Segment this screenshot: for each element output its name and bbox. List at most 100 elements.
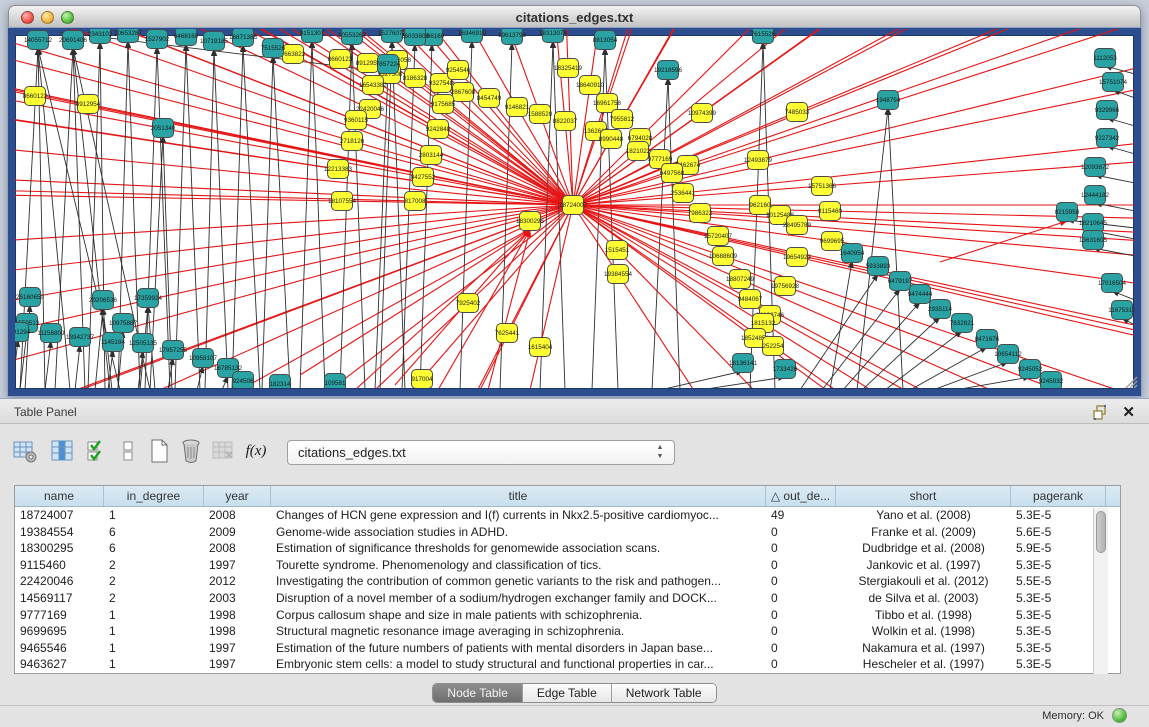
table-cell: 0 <box>766 573 836 590</box>
new-column-icon[interactable] <box>146 438 172 464</box>
table-cell: Tibbo et al. (1998) <box>836 607 1011 624</box>
tab-edge-table[interactable]: Edge Table <box>523 684 612 702</box>
table-cell: 5.6E-5 <box>1011 524 1106 541</box>
table-cell: 5.3E-5 <box>1011 623 1106 640</box>
table-cell: 5.9E-5 <box>1011 540 1106 557</box>
column-header-6[interactable]: pagerank <box>1011 486 1106 506</box>
table-cell: 1 <box>104 656 204 673</box>
table-row[interactable]: 2242004622012Investigating the contribut… <box>15 573 1120 590</box>
table-cell: 0 <box>766 623 836 640</box>
table-mode-icon[interactable] <box>12 438 38 464</box>
table-cell: 9463627 <box>15 656 104 673</box>
table-cell: 2 <box>104 557 204 574</box>
column-selection-icon[interactable] <box>84 438 110 464</box>
float-panel-icon[interactable] <box>1093 404 1109 420</box>
table-cell: 6 <box>104 540 204 557</box>
function-builder-icon[interactable]: f(x) <box>243 438 269 464</box>
close-panel-icon[interactable]: ✕ <box>1122 403 1135 421</box>
table-row[interactable]: 977716911998Corpus callosum shape and si… <box>15 607 1120 624</box>
window-titlebar[interactable]: citations_edges.txt <box>8 5 1141 28</box>
table-cell: Tourette syndrome. Phenomenology and cla… <box>271 557 766 574</box>
table-toolbar: f(x) citations_edges.txt ▲▼ <box>0 432 1149 472</box>
table-cell: 0 <box>766 557 836 574</box>
table-cell: 22420046 <box>15 573 104 590</box>
column-header-3[interactable]: title <box>271 486 766 506</box>
table-cell: 5.3E-5 <box>1011 507 1106 524</box>
table-cell: 2012 <box>204 573 271 590</box>
table-row[interactable]: 1830029562008Estimation of significance … <box>15 540 1120 557</box>
table-cell: 1 <box>104 623 204 640</box>
table-cell: 9699695 <box>15 623 104 640</box>
table-cell: 5.5E-5 <box>1011 573 1106 590</box>
dropdown-stepper-icon: ▲▼ <box>654 443 666 463</box>
table-cell: 1997 <box>204 557 271 574</box>
delete-table-icon[interactable] <box>210 438 236 464</box>
network-select-value: citations_edges.txt <box>298 445 406 460</box>
table-cell: Changes of HCN gene expression and I(f) … <box>271 507 766 524</box>
network-window: citations_edges.txt <box>8 5 1141 396</box>
row-selection-icon[interactable] <box>115 438 141 464</box>
table-cell: 5.3E-5 <box>1011 607 1106 624</box>
table-row[interactable]: 946554611997Estimation of the future num… <box>15 640 1120 657</box>
table-cell: 19384554 <box>15 524 104 541</box>
table-cell: 2008 <box>204 540 271 557</box>
network-view-frame <box>8 28 1141 396</box>
table-header-row[interactable]: namein_degreeyeartitle△ out_de...shortpa… <box>15 486 1120 507</box>
table-cell: 18300295 <box>15 540 104 557</box>
resize-grip-icon[interactable] <box>1123 375 1139 389</box>
table-cell: Wolkin et al. (1998) <box>836 623 1011 640</box>
table-cell: Corpus callosum shape and size in male p… <box>271 607 766 624</box>
table-cell: 2003 <box>204 590 271 607</box>
table-cell: Yano et al. (2008) <box>836 507 1011 524</box>
table-cell: 49 <box>766 507 836 524</box>
table-scrollbar[interactable] <box>1093 508 1108 674</box>
table-cell: Estimation of the future numbers of pati… <box>271 640 766 657</box>
table-tabs: Node TableEdge TableNetwork Table <box>0 683 1149 705</box>
table-cell: 9115460 <box>15 557 104 574</box>
tab-node-table[interactable]: Node Table <box>433 684 523 702</box>
table-cell: Franke et al. (2009) <box>836 524 1011 541</box>
table-row[interactable]: 1938455462009Genome-wide association stu… <box>15 524 1120 541</box>
table-cell: 9465546 <box>15 640 104 657</box>
table-cell: Investigating the contribution of common… <box>271 573 766 590</box>
table-cell: Disruption of a novel member of a sodium… <box>271 590 766 607</box>
table-row[interactable]: 969969511998Structural magnetic resonanc… <box>15 623 1120 640</box>
table-cell: 5.3E-5 <box>1011 557 1106 574</box>
table-cell: Stergiakouli et al. (2012) <box>836 573 1011 590</box>
table-cell: 1 <box>104 507 204 524</box>
table-cell: de Silva et al. (2003) <box>836 590 1011 607</box>
table-panel: Table Panel ✕ f(x) citat <box>0 398 1149 727</box>
table-cell: 0 <box>766 590 836 607</box>
node-table: namein_degreeyeartitle△ out_de...shortpa… <box>14 485 1121 674</box>
table-cell: Nakamura et al. (1997) <box>836 640 1011 657</box>
table-cell: Jankovic et al. (1997) <box>836 557 1011 574</box>
column-header-0[interactable]: name <box>15 486 104 506</box>
table-row[interactable]: 1872400712008Changes of HCN gene express… <box>15 507 1120 524</box>
column-header-2[interactable]: year <box>204 486 271 506</box>
scrollbar-thumb[interactable] <box>1096 511 1106 553</box>
table-cell: 1997 <box>204 656 271 673</box>
table-cell: Embryonic stem cells: a model to study s… <box>271 656 766 673</box>
table-cell: 5.3E-5 <box>1011 640 1106 657</box>
tab-network-table[interactable]: Network Table <box>612 684 716 702</box>
table-cell: 0 <box>766 607 836 624</box>
table-row[interactable]: 1456911722003Disruption of a novel membe… <box>15 590 1120 607</box>
column-header-4[interactable]: △ out_de... <box>766 486 836 506</box>
table-cell: 6 <box>104 524 204 541</box>
table-cell: 18724007 <box>15 507 104 524</box>
table-cell: 2 <box>104 573 204 590</box>
table-panel-title: Table Panel <box>14 405 77 419</box>
show-columns-icon[interactable] <box>49 438 75 464</box>
column-header-5[interactable]: short <box>836 486 1011 506</box>
table-cell: Genome-wide association studies in ADHD. <box>271 524 766 541</box>
delete-column-icon[interactable] <box>178 438 204 464</box>
table-row[interactable]: 911546021997Tourette syndrome. Phenomeno… <box>15 557 1120 574</box>
table-cell: 1998 <box>204 607 271 624</box>
table-cell: 1997 <box>204 640 271 657</box>
table-row[interactable]: 946362711997Embryonic stem cells: a mode… <box>15 656 1120 673</box>
table-cell: 1998 <box>204 623 271 640</box>
network-select-dropdown[interactable]: citations_edges.txt ▲▼ <box>287 440 675 465</box>
memory-ok-indicator <box>1112 708 1127 723</box>
column-header-1[interactable]: in_degree <box>104 486 204 506</box>
table-cell: 9777169 <box>15 607 104 624</box>
